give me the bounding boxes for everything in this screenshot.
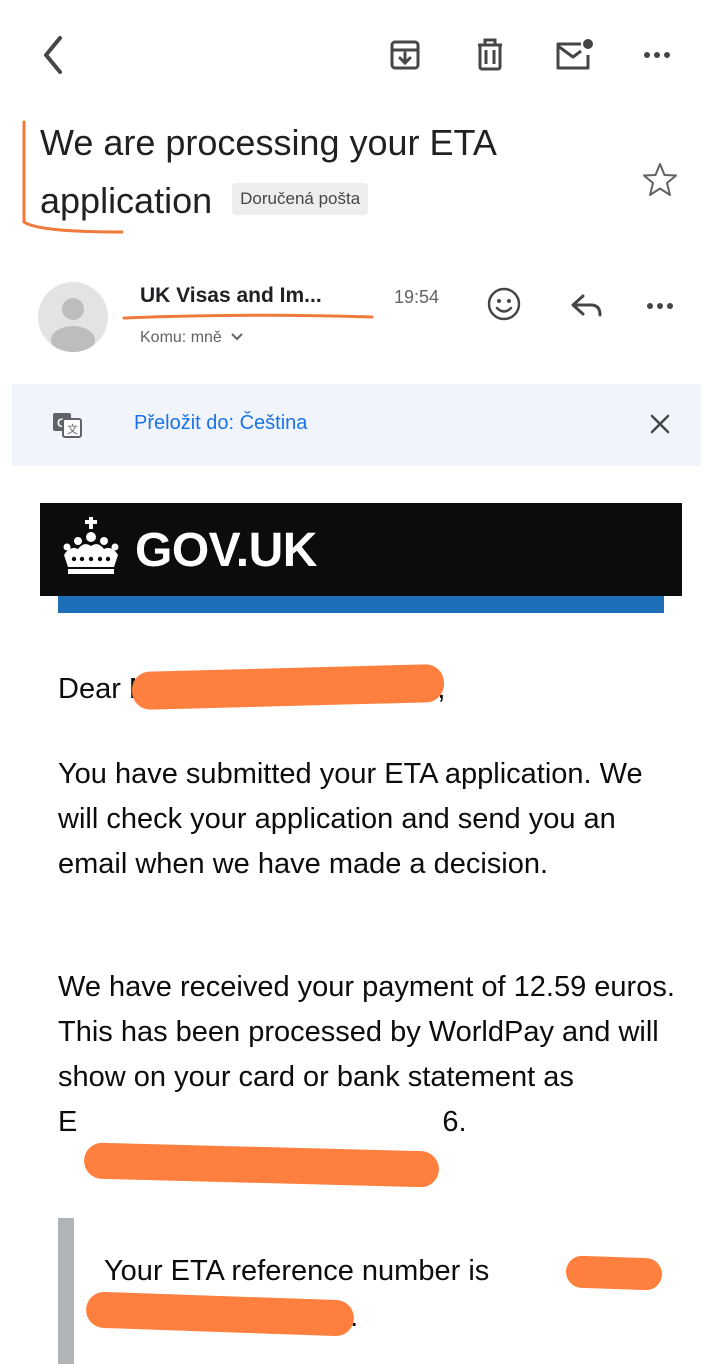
- body-paragraph-2: We have received your payment of 12.59 e…: [58, 965, 678, 1145]
- redaction-mark: [83, 1142, 440, 1188]
- sender-name[interactable]: UK Visas and Im...: [140, 284, 322, 308]
- svg-text:文: 文: [67, 422, 78, 436]
- chevron-down-icon: [231, 333, 243, 341]
- archive-button[interactable]: [380, 30, 430, 80]
- sender-more-button[interactable]: [638, 284, 682, 328]
- reply-button[interactable]: [565, 284, 609, 328]
- subject-annotation-mark: [22, 120, 124, 234]
- body-paragraph-1: You have submitted your ETA application.…: [58, 758, 643, 880]
- inbox-label[interactable]: Doručená pošta: [232, 183, 369, 216]
- translate-icon: G 文: [52, 412, 82, 438]
- add-reaction-button[interactable]: [482, 282, 526, 326]
- delete-button[interactable]: [465, 30, 515, 80]
- recipient-toggle[interactable]: Komu: mně: [140, 329, 244, 347]
- reference-label: Your ETA reference number is: [104, 1255, 490, 1287]
- translate-link[interactable]: Přeložit do: Čeština: [134, 412, 307, 435]
- email-time: 19:54: [394, 287, 440, 307]
- sender-annotation-mark: [122, 313, 374, 320]
- star-icon: [643, 163, 677, 196]
- gov-uk-logo-text[interactable]: GOV.UK: [135, 523, 317, 578]
- more-options-button[interactable]: [632, 30, 682, 80]
- person-icon: [51, 298, 95, 352]
- statement-start: E: [58, 1106, 78, 1138]
- back-button[interactable]: [30, 30, 80, 80]
- translate-bar: [12, 384, 701, 466]
- more-icon: [647, 303, 673, 309]
- reply-icon: [571, 294, 602, 317]
- mark-unread-icon: [556, 39, 593, 70]
- statement-end: 6.: [442, 1106, 467, 1138]
- redaction-mark: [565, 1255, 663, 1291]
- recipient-text: Komu: mně: [140, 329, 222, 346]
- archive-icon: [390, 40, 420, 70]
- emoji-icon: [487, 287, 521, 321]
- close-translate-button[interactable]: [644, 408, 676, 440]
- more-icon: [644, 52, 670, 58]
- mark-unread-button[interactable]: [548, 30, 598, 80]
- payment-text: We have received your payment of 12.59 e…: [58, 971, 675, 1093]
- sender-avatar[interactable]: [38, 282, 108, 352]
- star-button[interactable]: [640, 160, 680, 200]
- gov-blue-bar: [58, 596, 664, 613]
- trash-icon: [478, 38, 502, 71]
- close-icon: [650, 414, 670, 434]
- back-arrow-icon: [44, 36, 62, 74]
- inset-bar: [58, 1218, 74, 1364]
- crown-icon: [63, 517, 119, 574]
